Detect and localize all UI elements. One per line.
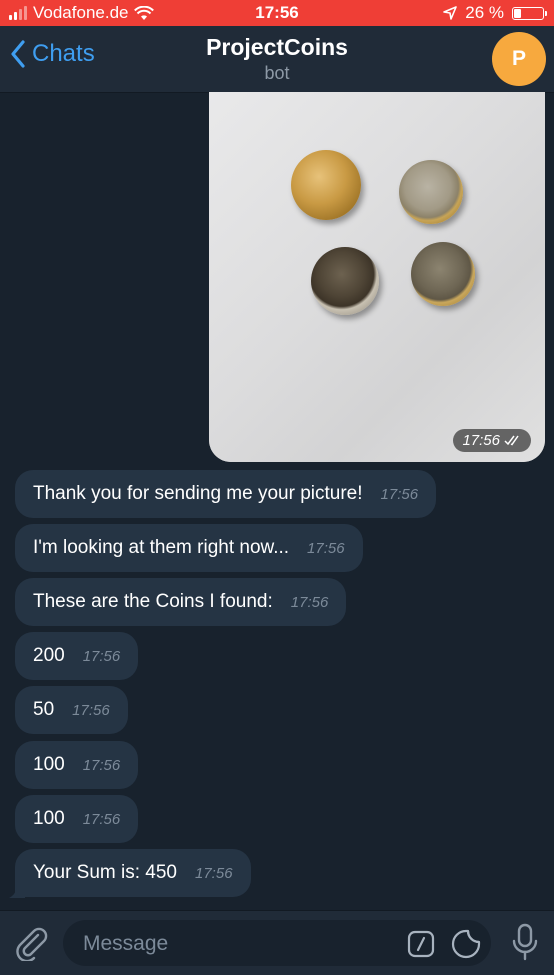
message-time: 17:56 xyxy=(307,539,345,557)
message-text: These are the Coins I found: xyxy=(33,591,273,612)
photo-timestamp: 17:56 xyxy=(453,429,531,452)
battery-percent: 26 % xyxy=(465,3,504,22)
double-check-icon xyxy=(504,435,519,446)
coin-50-cent-image xyxy=(291,150,361,220)
paperclip-icon[interactable] xyxy=(14,925,48,961)
bubble-tail xyxy=(9,884,25,898)
message-field xyxy=(63,920,491,968)
photo-message[interactable]: 17:56 xyxy=(209,92,545,462)
message-bubble[interactable]: Your Sum is: 450 17:56 xyxy=(15,849,251,897)
message-time: 17:56 xyxy=(380,485,419,503)
sticker-icon[interactable] xyxy=(451,929,481,959)
message-bubble[interactable]: I'm looking at them right now... 17:56 xyxy=(15,524,363,572)
message-text: Your Sum is: 450 xyxy=(33,862,177,883)
message-input[interactable] xyxy=(81,920,385,968)
coin-1-euro-image xyxy=(399,160,463,224)
chat-title[interactable]: ProjectCoins xyxy=(0,34,554,61)
chat-header: Chats ProjectCoins bot P xyxy=(0,26,554,93)
message-text: I'm looking at them right now... xyxy=(33,537,290,558)
message-time: 17:56 xyxy=(72,701,110,719)
avatar[interactable]: P xyxy=(492,32,546,86)
message-text: 100 xyxy=(33,754,65,775)
message-time: 17:56 xyxy=(82,647,121,665)
message-time: 17:56 xyxy=(82,810,121,828)
message-bubble[interactable]: 100 17:56 xyxy=(15,741,139,789)
message-time: 17:56 xyxy=(195,864,233,882)
battery-icon xyxy=(512,6,547,20)
status-bar: Vodafone.de 17:56 26 % xyxy=(0,0,554,26)
message-time: 17:56 xyxy=(82,756,121,774)
chat-subtitle: bot xyxy=(264,63,290,83)
message-time: 17:56 xyxy=(290,593,329,611)
input-bar xyxy=(0,910,554,975)
message-text: 100 xyxy=(33,808,65,829)
message-bubble[interactable]: These are the Coins I found: 17:56 xyxy=(15,578,347,626)
message-bubble[interactable]: 200 17:56 xyxy=(15,632,139,680)
message-text: 200 xyxy=(33,645,65,666)
message-bubble[interactable]: 50 17:56 xyxy=(15,686,128,734)
message-bubble[interactable]: Thank you for sending me your picture! 1… xyxy=(15,470,437,518)
message-text: 50 xyxy=(33,699,55,720)
message-bubble[interactable]: 100 17:56 xyxy=(15,795,139,843)
message-text: Thank you for sending me your picture! xyxy=(33,483,363,504)
bot-command-icon[interactable] xyxy=(407,930,435,958)
coin-2-euro-image xyxy=(311,247,379,315)
microphone-icon[interactable] xyxy=(512,923,538,961)
coin-1-euro-image-2 xyxy=(411,242,475,306)
location-arrow-icon xyxy=(443,6,458,20)
